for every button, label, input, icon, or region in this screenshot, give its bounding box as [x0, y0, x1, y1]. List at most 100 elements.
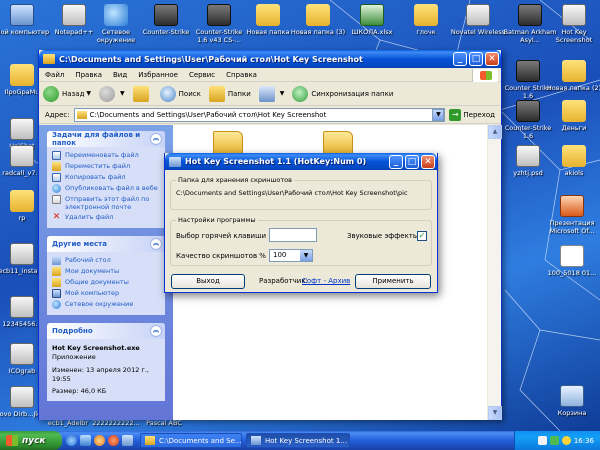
show-desktop-icon[interactable]: [80, 435, 91, 446]
sync-folder-button[interactable]: Синхронизация папки: [292, 85, 394, 102]
scroll-up-icon[interactable]: ▲: [488, 125, 502, 139]
quality-select[interactable]: 100 ▼: [269, 249, 313, 262]
window-icon[interactable]: [122, 435, 133, 446]
desktop-shortcut[interactable]: Counter-Strike 1.6 v43 CS-...: [191, 4, 247, 44]
media-player-icon[interactable]: [94, 435, 105, 446]
place-my-documents[interactable]: Мои документы: [52, 267, 161, 276]
desktop-shortcut[interactable]: Hot Key Screenshot: [546, 4, 600, 44]
scroll-down-icon[interactable]: ▼: [488, 406, 502, 420]
task-move[interactable]: Переместить файл: [52, 162, 161, 171]
views-button[interactable]: ▼: [258, 85, 285, 102]
desktop-shortcut[interactable]: 100_5018 01...: [544, 245, 600, 277]
place-desktop[interactable]: Рабочий стол: [52, 256, 161, 265]
task-label: Опубликовать файл в вебе: [65, 184, 158, 192]
place-my-computer[interactable]: Мой компьютер: [52, 289, 161, 298]
forward-button[interactable]: ▼: [99, 85, 125, 102]
task-copy[interactable]: Копировать файл: [52, 173, 161, 182]
hot-key-screenshot-dialog[interactable]: Hot Key Screenshot 1.1 (HotKey:Num 0) _ …: [164, 153, 438, 293]
chevron-down-icon[interactable]: ▼: [86, 90, 91, 97]
task-publish-web[interactable]: Опубликовать файл в вебе: [52, 184, 161, 193]
hotkey-input[interactable]: [269, 228, 317, 242]
explorer-titlebar[interactable]: C:\Documents and Settings\User\Рабочий с…: [39, 50, 501, 68]
search-button[interactable]: Поиск: [159, 85, 201, 102]
quality-label: Качество скриншотов %: [176, 252, 266, 260]
desktop-shortcut[interactable]: Новая папка: [240, 4, 296, 36]
vertical-scrollbar[interactable]: ▲ ▼: [487, 125, 502, 420]
address-value: C:\Documents and Settings\User\Рабочий с…: [89, 110, 327, 119]
sync-label: Синхронизация папки: [311, 89, 394, 98]
start-button[interactable]: пуск: [0, 431, 62, 450]
address-bar: Адрес: C:\Documents and Settings\User\Ра…: [39, 106, 501, 124]
task-label: Удалить файл: [65, 213, 114, 221]
desktop-shortcut-label: Новая папка (3): [290, 28, 346, 36]
up-button[interactable]: [132, 85, 152, 102]
collapse-icon[interactable]: ︽: [150, 325, 162, 337]
browser-icon[interactable]: [66, 435, 77, 446]
menu-view[interactable]: Вид: [113, 71, 127, 79]
taskbar-task-explorer[interactable]: C:\Documents and Se...: [140, 433, 242, 448]
taskbar-task-hotkey-screenshot[interactable]: Hot Key Screenshot 1...: [246, 433, 350, 448]
details-header[interactable]: Подробно ︽: [47, 323, 165, 339]
exit-button[interactable]: Выход: [171, 274, 245, 289]
chevron-down-icon[interactable]: ▼: [300, 250, 312, 261]
menu-favorites[interactable]: Избранное: [138, 71, 178, 79]
game-icon: [154, 4, 178, 26]
task-rename[interactable]: Переименовать файл: [52, 151, 161, 160]
desktop-shortcut[interactable]: akiols: [546, 145, 600, 177]
folders-button[interactable]: Папки: [208, 85, 251, 102]
maximize-button[interactable]: □: [469, 52, 483, 66]
developer-link[interactable]: Софт - Архив: [302, 277, 350, 285]
other-places-header[interactable]: Другие места ︽: [47, 236, 165, 252]
chevron-down-icon[interactable]: ▼: [432, 108, 445, 121]
desktop-shortcut[interactable]: Сетевое окружение: [88, 4, 144, 44]
address-input[interactable]: C:\Documents and Settings\User\Рабочий с…: [73, 107, 446, 122]
menu-edit[interactable]: Правка: [75, 71, 102, 79]
dialog-titlebar[interactable]: Hot Key Screenshot 1.1 (HotKey:Num 0) _ …: [165, 153, 437, 170]
desktop-shortcut[interactable]: Novatel Wireless: [450, 4, 506, 36]
menu-tools[interactable]: Сервис: [189, 71, 215, 79]
maximize-button[interactable]: □: [405, 154, 419, 169]
sound-effects-checkbox[interactable]: ✓: [417, 231, 427, 241]
task-label: Переименовать файл: [65, 151, 139, 159]
desktop-shortcut-label: ШКОЛА.xlsx: [351, 28, 393, 36]
desktop-shortcut[interactable]: Мой компьютер: [0, 4, 50, 36]
folder-icon: [414, 4, 438, 26]
language-icon[interactable]: [537, 436, 547, 445]
details-panel: Подробно ︽ Hot Key Screenshot.exe Прилож…: [47, 323, 165, 401]
desktop-shortcut[interactable]: Презентация Microsoft Of...: [544, 195, 600, 235]
desktop-shortcut[interactable]: Новая папка (2): [546, 60, 600, 92]
place-shared-documents[interactable]: Общие документы: [52, 278, 161, 287]
volume-icon[interactable]: [561, 436, 571, 445]
back-button[interactable]: Назад ▼: [43, 85, 91, 102]
desktop-shortcut-label: Корзина: [557, 409, 587, 417]
desktop-shortcut[interactable]: Корзина: [544, 385, 600, 417]
desktop-shortcut[interactable]: ШКОЛА.xlsx: [344, 4, 400, 36]
opera-icon[interactable]: [108, 435, 119, 446]
close-button[interactable]: ✕: [421, 154, 435, 169]
desktop-shortcut[interactable]: Деньги: [546, 100, 600, 132]
apply-button[interactable]: Применить: [355, 274, 431, 289]
go-button[interactable]: → Переход: [449, 108, 495, 121]
chevron-down-icon[interactable]: ▼: [120, 90, 125, 97]
minimize-button[interactable]: _: [453, 52, 467, 66]
clock[interactable]: 16:36: [574, 437, 594, 445]
menu-file[interactable]: Файл: [45, 71, 64, 79]
desktop-shortcut[interactable]: Counter-Strike: [138, 4, 194, 36]
task-email[interactable]: Отправить этот файл по электронной почте: [52, 195, 161, 211]
menu-help[interactable]: Справка: [226, 71, 257, 79]
desktop-shortcut-label: 100_5018 01...: [547, 269, 597, 277]
close-button[interactable]: ✕: [485, 52, 499, 66]
desktop-shortcut-label: IlpoGpaMu: [4, 88, 40, 96]
desktop-shortcut[interactable]: Новая папка (3): [290, 4, 346, 36]
address-label: Адрес:: [45, 110, 70, 119]
chevron-down-icon[interactable]: ▼: [280, 90, 285, 97]
minimize-button[interactable]: _: [389, 154, 403, 169]
desktop-shortcut[interactable]: глочк: [398, 4, 454, 36]
collapse-icon[interactable]: ︽: [150, 133, 162, 145]
network-status-icon[interactable]: [549, 436, 559, 445]
collapse-icon[interactable]: ︽: [150, 238, 162, 250]
file-tasks-header[interactable]: Задачи для файлов и папок ︽: [47, 131, 165, 147]
task-delete[interactable]: ✕ Удалить файл: [52, 213, 161, 222]
place-network[interactable]: Сетевое окружение: [52, 300, 161, 309]
desktop-shortcut-label: 2222222222...: [92, 419, 140, 427]
